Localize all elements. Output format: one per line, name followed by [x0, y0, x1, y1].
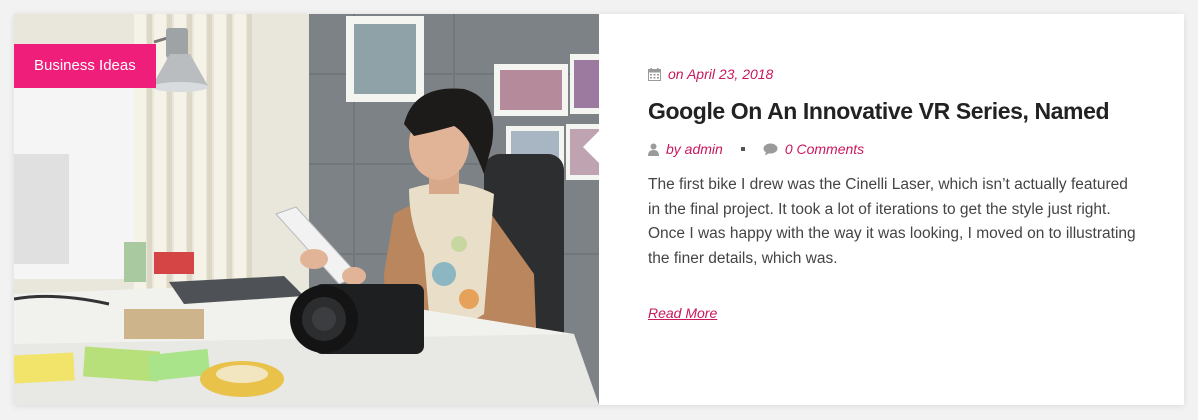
read-more-link[interactable]: Read More — [648, 305, 717, 321]
featured-image[interactable]: Business Ideas — [14, 14, 599, 405]
post-excerpt: The first bike I drew was the Cinelli La… — [648, 176, 1136, 267]
blog-post-card: Business Ideas on April 23, 2018 Google … — [14, 14, 1184, 405]
calendar-icon — [648, 67, 661, 81]
meta-separator — [740, 147, 745, 151]
image-notch-arrow — [583, 131, 599, 163]
post-date-link[interactable]: on April 23, 2018 — [668, 66, 773, 82]
category-badge[interactable]: Business Ideas — [14, 44, 156, 88]
post-date-meta: on April 23, 2018 — [648, 64, 1148, 84]
post-content: on April 23, 2018 Google On An Innovativ… — [648, 64, 1148, 323]
post-meta-row: by admin 0 Comments — [648, 139, 1148, 159]
comments-link[interactable]: 0 Comments — [785, 141, 864, 157]
post-title[interactable]: Google On An Innovative VR Series, Named — [648, 96, 1148, 126]
comment-icon — [763, 143, 778, 156]
author-link[interactable]: by admin — [666, 141, 723, 157]
user-icon — [648, 143, 659, 156]
